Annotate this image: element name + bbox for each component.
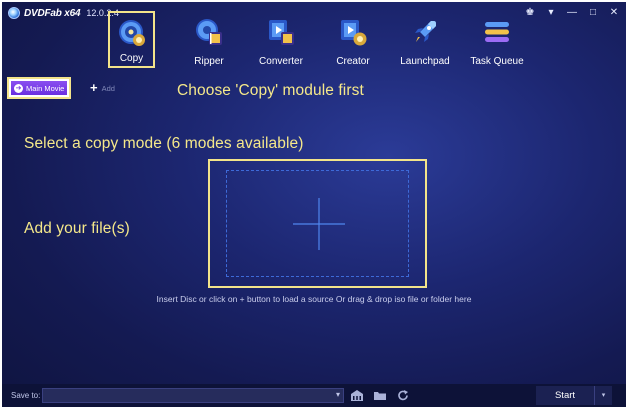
module-label: Task Queue: [470, 56, 524, 67]
iso-icon[interactable]: [350, 389, 364, 402]
module-task-queue[interactable]: Task Queue: [461, 14, 533, 70]
rocket-icon: [415, 21, 436, 42]
creator-film-disc-icon: [341, 20, 367, 46]
module-copy[interactable]: Copy: [108, 11, 155, 68]
add-label: Add: [101, 83, 115, 93]
save-to-input[interactable]: ▾: [42, 388, 344, 403]
module-label: Copy: [119, 53, 144, 64]
drop-zone[interactable]: [226, 170, 409, 277]
module-converter[interactable]: Converter: [245, 14, 317, 70]
chevron-down-icon[interactable]: ▾: [336, 390, 340, 399]
module-label: Creator: [336, 56, 370, 67]
disc-ripper-icon: [196, 19, 222, 45]
start-dropdown-icon[interactable]: ▾: [594, 386, 612, 405]
module-label: Ripper: [194, 56, 224, 67]
plus-icon: +: [90, 80, 98, 95]
module-label: Converter: [259, 56, 303, 67]
main-movie-button[interactable]: ➔ Main Movie: [7, 77, 71, 99]
module-creator[interactable]: Creator: [317, 14, 389, 70]
save-to-label: Save to:: [11, 391, 41, 400]
dvdfab-window: DVDFab x64 12.0.2.4 ♚ ▾ — □ ✕ Copy Rippe…: [2, 2, 626, 407]
converter-film-icon: [269, 20, 294, 45]
add-button[interactable]: + Add: [90, 80, 115, 95]
bottom-bar: Save to: ▾ Start ▾: [2, 384, 626, 407]
folder-icon[interactable]: [373, 389, 387, 402]
module-ripper[interactable]: Ripper: [173, 14, 245, 70]
add-source-plus-icon[interactable]: [293, 198, 345, 250]
start-button[interactable]: Start: [536, 386, 594, 405]
module-nav: Copy Ripper Converter Creator Launchpad …: [2, 2, 626, 74]
module-launchpad[interactable]: Launchpad: [389, 14, 461, 70]
refresh-icon[interactable]: [396, 389, 410, 402]
annotation-add-files: Add your file(s): [24, 220, 130, 237]
drop-zone-highlight: [208, 159, 427, 288]
main-movie-button-body: ➔ Main Movie: [11, 81, 67, 95]
annotation-copy-mode: Select a copy mode (6 modes available): [24, 135, 304, 152]
drop-zone-hint: Insert Disc or click on + button to load…: [156, 294, 472, 304]
disc-copy-icon: [119, 20, 145, 46]
task-queue-icon: [485, 22, 509, 42]
annotation-copy-module: Choose 'Copy' module first: [177, 82, 364, 99]
module-label: Launchpad: [400, 56, 450, 67]
main-movie-label: Main Movie: [26, 83, 65, 93]
arrow-right-icon: ➔: [14, 83, 23, 93]
